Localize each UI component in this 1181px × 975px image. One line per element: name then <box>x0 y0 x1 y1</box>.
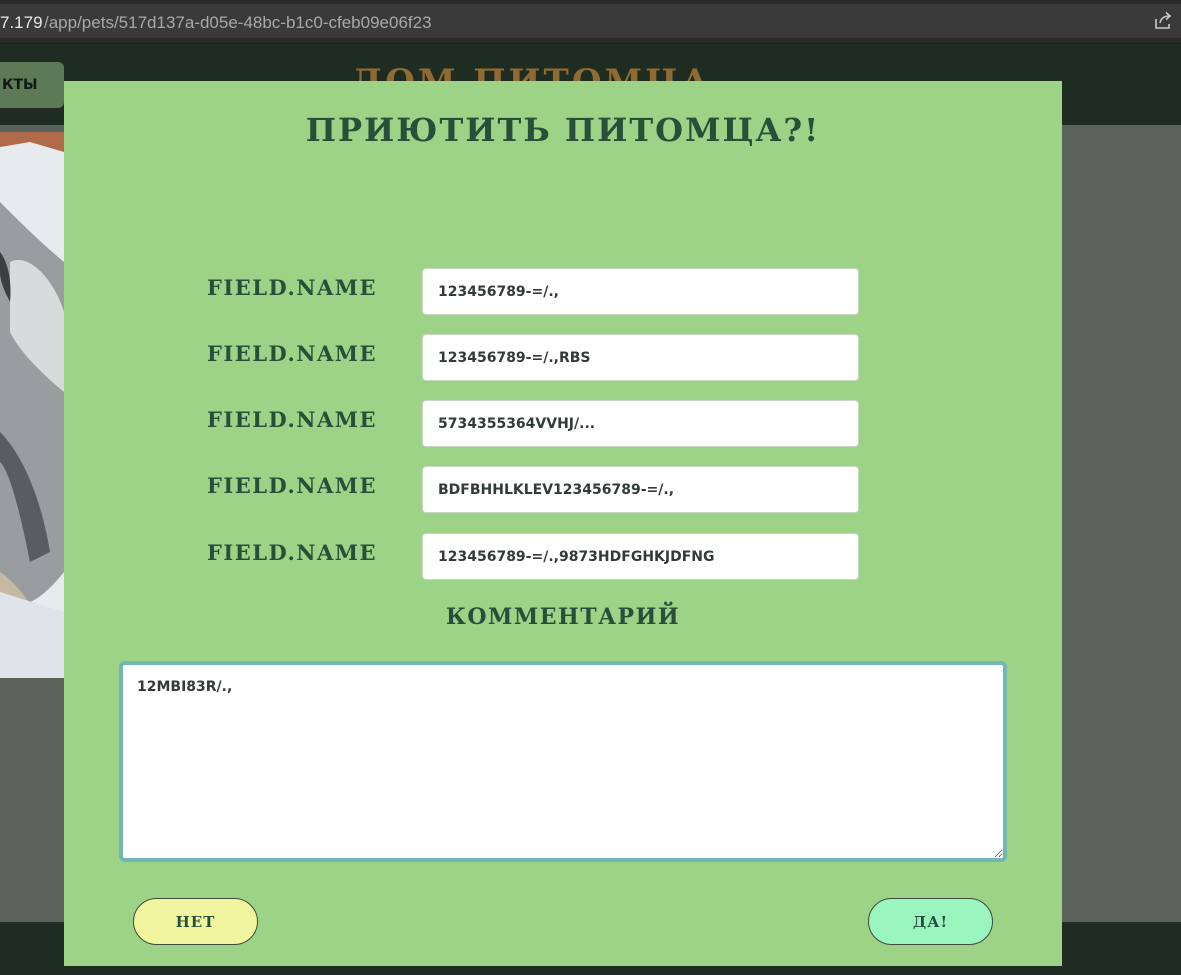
yes-button[interactable]: ДА! <box>868 898 993 945</box>
field-input-4[interactable] <box>422 466 859 513</box>
browser-address-bar: 7.179 /app/pets/517d137a-d05e-48bc-b1c0-… <box>0 0 1181 44</box>
share-icon[interactable] <box>1152 10 1176 34</box>
url-host: 7.179 <box>0 13 43 32</box>
modal-title: ПРИЮТИТЬ ПИТОМЦА?! <box>305 111 821 149</box>
url-path: /app/pets/517d137a-d05e-48bc-b1c0-cfeb09… <box>44 13 432 32</box>
nav-contacts-button[interactable]: КТЫ <box>0 62 64 108</box>
comment-textarea[interactable]: 12MBI83R/., <box>119 661 1007 862</box>
field-label: FIELD.NAME <box>207 540 378 565</box>
field-label: FIELD.NAME <box>207 341 378 366</box>
field-input-5[interactable] <box>422 533 859 580</box>
field-label: FIELD.NAME <box>207 473 378 498</box>
url-field[interactable]: 7.179 /app/pets/517d137a-d05e-48bc-b1c0-… <box>0 4 1181 38</box>
field-input-1[interactable] <box>422 268 859 315</box>
husky-photo-image <box>0 132 64 678</box>
no-button[interactable]: НЕТ <box>133 898 258 945</box>
field-label: FIELD.NAME <box>207 275 378 300</box>
field-input-2[interactable] <box>422 334 859 381</box>
comment-label: КОММЕНТАРИЙ <box>445 604 681 630</box>
pet-photo <box>0 132 64 678</box>
adopt-pet-modal: ПРИЮТИТЬ ПИТОМЦА?! FIELD.NAME FIELD.NAME… <box>64 81 1062 966</box>
field-input-3[interactable] <box>422 400 859 447</box>
field-label: FIELD.NAME <box>207 407 378 432</box>
